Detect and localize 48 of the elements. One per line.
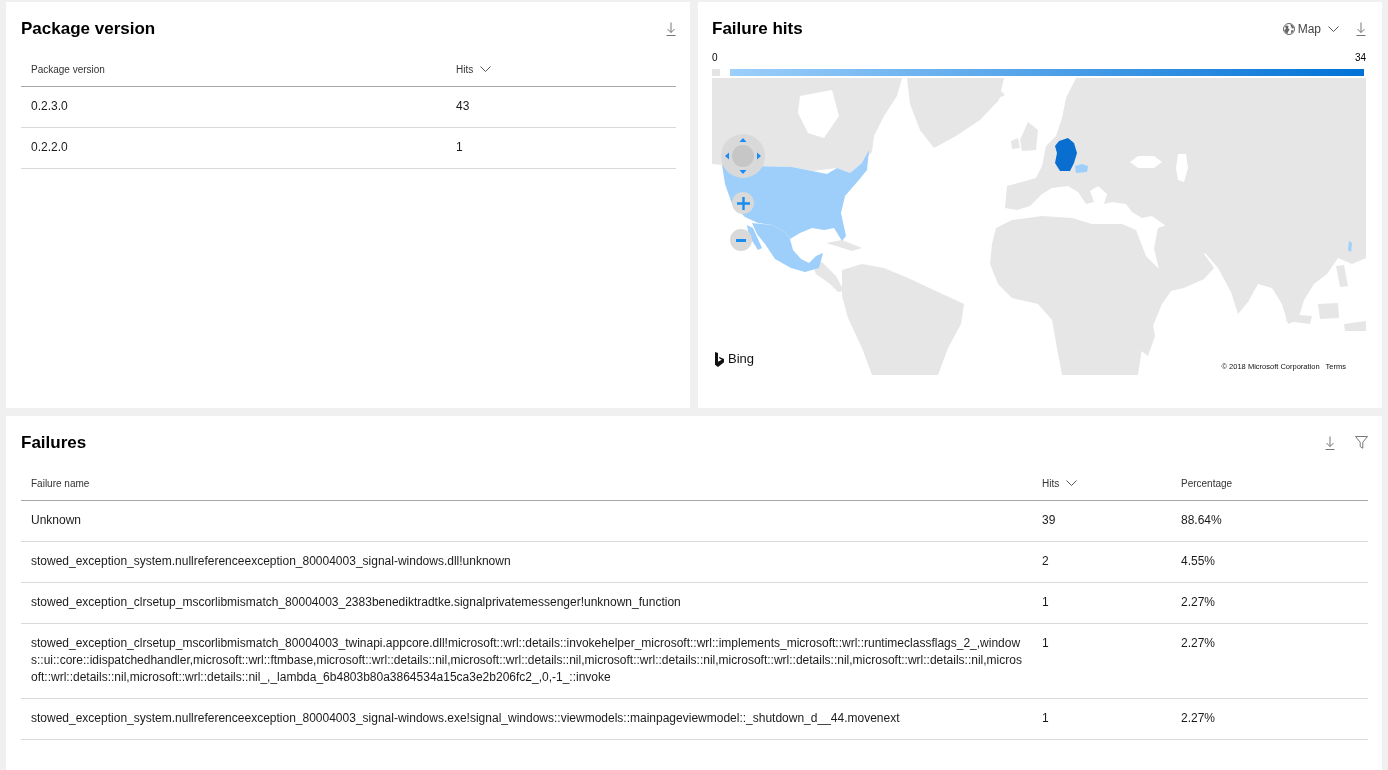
chevron-down-icon — [1328, 25, 1339, 32]
legend-min-label: 0 — [712, 52, 718, 64]
failure-name: Unknown — [30, 512, 83, 529]
download-button[interactable] — [666, 21, 676, 36]
legend-max-label: 34 — [1354, 52, 1366, 64]
version-label: 0.2.3.0 — [30, 98, 69, 115]
download-button[interactable] — [1325, 435, 1335, 450]
column-header[interactable]: Hits — [446, 52, 502, 86]
zoom-out-button[interactable] — [730, 229, 752, 251]
view-menu-button[interactable]: Map — [1282, 21, 1339, 36]
download-icon — [1325, 435, 1335, 450]
panel-title: Failure hits — [712, 18, 803, 40]
hits-count: 43 — [455, 98, 471, 115]
hits-count: 1 — [1041, 710, 1050, 727]
download-button[interactable] — [1356, 21, 1366, 36]
brand-label: Bing — [728, 351, 755, 367]
minus-icon — [736, 238, 746, 242]
globe-icon — [1282, 22, 1295, 35]
download-icon — [1356, 21, 1366, 36]
download-icon — [666, 21, 676, 36]
failure-name: stowed_exception_system.nullreferenceexception_80004003_signal-windows.exe!signal_windows::viewmodels::mainpageviewmodel::_shutdown_d__44.movenext — [30, 710, 901, 727]
failure-name: stowed_exception_clrsetup_mscorlibmismatch_80004003_2383benediktradtke.signalprivatemessenger!unknown_function — [30, 594, 682, 611]
column-header[interactable]: Percentage — [1171, 466, 1243, 500]
hits-count: 2 — [1041, 553, 1050, 570]
percentage-value: 2.27% — [1180, 635, 1217, 652]
plus-icon — [736, 196, 750, 210]
failure-name: stowed_exception_clrsetup_mscorlibmismatch_80004003_twinapi.appcore.dll!microsoft::wrl::details::invokehelper_microsoft::wrl::implements_microsoft::wrl::runtimeclassflags_2_,windows::ui::core::idispatchedhandler,microsoft::wrl::ftmbase,microsoft::wrl::details::nil,microsoft::wrl::details::nil,microsoft::wrl::details::nil,microsoft::wrl::details::nil,microsoft::wrl::details::nil,microsoft::wrl::details::nil,microsoft::wrl::details::nil_,_lambda_6b4803b80a3864534a15ca3e2b206fc2_,0,-1_::invoke — [30, 635, 1023, 686]
filter-icon — [1355, 436, 1368, 449]
version-label: 0.2.2.0 — [30, 139, 69, 156]
failure-name: stowed_exception_system.nullreferenceexception_80004003_signal-windows.dll!unknown — [30, 553, 512, 570]
filter-button[interactable] — [1355, 436, 1368, 449]
column-header[interactable]: Failure name — [21, 466, 100, 500]
column-header[interactable]: Hits — [1032, 466, 1088, 500]
hits-count: 1 — [455, 139, 464, 156]
hits-count: 1 — [1041, 635, 1050, 652]
percentage-value: 2.27% — [1180, 710, 1217, 727]
column-header[interactable]: Package version — [21, 52, 115, 86]
bing-logo-icon — [715, 351, 724, 367]
legend-swatch-icon — [712, 69, 720, 76]
hits-count: 1 — [1041, 594, 1050, 611]
highlighted-country — [1348, 241, 1352, 252]
panel-title: Package version — [21, 18, 156, 40]
percentage-value: 88.64% — [1180, 512, 1223, 529]
percentage-value: 4.55% — [1180, 553, 1217, 570]
percentage-value: 2.27% — [1180, 594, 1217, 611]
panel-title: Failures — [21, 432, 87, 454]
hits-count: 39 — [1041, 512, 1057, 529]
pan-arrows-icon — [723, 136, 763, 176]
